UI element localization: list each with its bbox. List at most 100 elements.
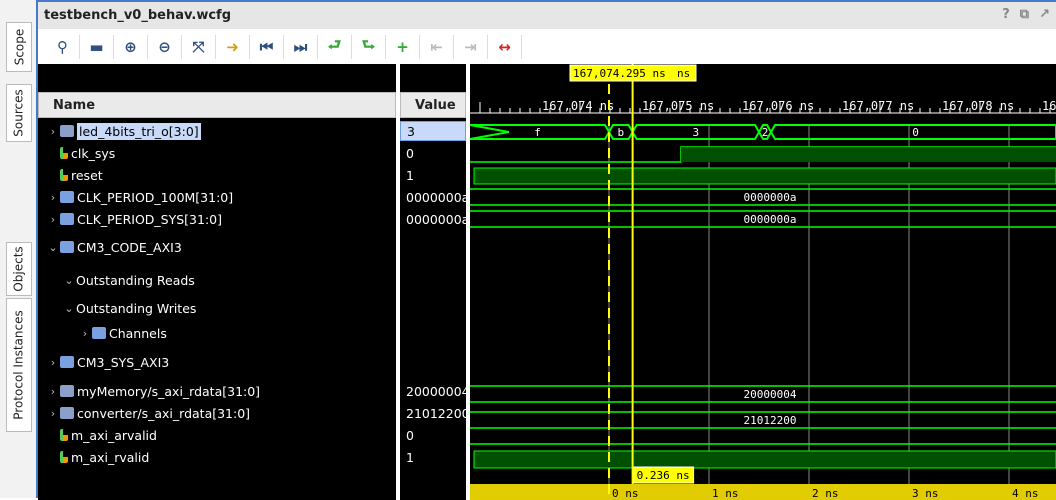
clk-sys-high-fill (681, 147, 1056, 162)
search-icon: ⚲ (57, 38, 68, 56)
signal-row[interactable]: ⌄ Outstanding Reads (38, 270, 396, 290)
ruler-label: 167,076 ns (742, 99, 814, 113)
tab-scope[interactable]: Scope (6, 22, 32, 72)
mymemory-rdata-wave-value: 20000004 (744, 388, 797, 401)
signal-name: CM3_CODE_AXI3 (77, 239, 182, 255)
swap-cursors-button[interactable]: ↔ (488, 35, 522, 59)
zoom-fit-button[interactable]: ⤧ (182, 35, 216, 59)
signal-value (400, 298, 466, 318)
search-button[interactable]: ⚲ (46, 35, 80, 59)
time-axis-label: 1 ns (712, 487, 739, 500)
window-title: testbench_v0_behav.wcfg (44, 8, 232, 23)
add-marker-button[interactable]: + (386, 35, 420, 59)
signal-row[interactable]: m_axi_arvalid (38, 425, 396, 445)
chevron-right-icon[interactable]: › (46, 125, 60, 138)
ruler-label: 167,074 ns (542, 99, 614, 113)
next-transition-button[interactable]: ⮑ (352, 35, 386, 59)
go-to-end-button[interactable]: ⏭ (284, 35, 318, 59)
bus-value: f (534, 126, 541, 139)
chevron-right-icon[interactable]: › (46, 407, 60, 420)
const-signal-icon (60, 191, 74, 203)
save-icon: ▬ (89, 38, 104, 56)
go-to-start-icon: ⏮ (259, 38, 274, 56)
waveform-canvas[interactable]: 167,074 ns 167,075 ns 167,076 ns 167,077 ns… (470, 64, 1056, 500)
signal-name: m_axi_arvalid (71, 427, 157, 443)
signal-value: 0000000a (406, 189, 466, 205)
ruler-label: 167,078 ns (942, 99, 1014, 113)
go-to-end-icon: ⏭ (293, 38, 308, 56)
chevron-down-icon[interactable]: ⌄ (46, 241, 60, 254)
group-signal-icon (60, 241, 74, 253)
chevron-right-icon[interactable]: › (46, 356, 60, 369)
tab-protocol-instances[interactable]: Protocol Instances (6, 298, 32, 432)
previous-marker-button[interactable]: ⇤ (420, 35, 454, 59)
signal-row[interactable]: › myMemory/s_axi_rdata[31:0] (38, 381, 396, 401)
tab-label: Sources (12, 89, 26, 137)
value-header-label: Value (415, 97, 456, 113)
chevron-down-icon[interactable]: ⌄ (62, 274, 76, 287)
float-icon[interactable]: ↗ (1039, 7, 1050, 22)
signal-row[interactable]: › CLK_PERIOD_100M[31:0] (38, 187, 396, 207)
toolbar: ⚲ ▬ ⊕ ⊖ ⤧ ➜ ⏮ ⏭ ⮐ ⮑ + ⇤ ⇥ ↔ (38, 32, 1056, 62)
signal-row[interactable]: › CM3_SYS_AXI3 (38, 352, 396, 372)
signal-row[interactable]: › converter/s_axi_rdata[31:0] (38, 403, 396, 423)
signal-name: m_axi_rvalid (71, 449, 150, 465)
ruler-label: 167,077 ns (842, 99, 914, 113)
help-icon[interactable]: ? (1002, 7, 1010, 22)
signal-row[interactable]: ⌄ Outstanding Writes (38, 298, 396, 318)
tab-sources[interactable]: Sources (6, 84, 32, 142)
chevron-down-icon[interactable]: ⌄ (62, 302, 76, 315)
window-title-bar: testbench_v0_behav.wcfg (38, 2, 1056, 29)
tab-objects[interactable]: Objects (6, 242, 32, 296)
zoom-in-button[interactable]: ⊕ (114, 35, 148, 59)
chevron-right-icon[interactable]: › (46, 385, 60, 398)
signal-row[interactable]: › CLK_PERIOD_SYS[31:0] (38, 209, 396, 229)
go-to-cursor-button[interactable]: ➜ (216, 35, 250, 59)
chevron-right-icon[interactable]: › (78, 327, 92, 340)
signal-name: CLK_PERIOD_100M[31:0] (77, 189, 234, 205)
bit-signal-icon (60, 429, 68, 441)
value-header[interactable]: Value (400, 92, 466, 118)
next-marker-button[interactable]: ⇥ (454, 35, 488, 59)
time-axis-label: 4 ns (1012, 487, 1039, 500)
chevron-right-icon[interactable]: › (46, 191, 60, 204)
signal-row[interactable]: clk_sys (38, 143, 396, 163)
name-header[interactable]: Name (38, 92, 396, 118)
waveform-window: testbench_v0_behav.wcfg ? ⧉ ↗ ⚲ ▬ ⊕ ⊖ ⤧ ➜ ⏮ ⏭ ⮐ ⮑… (38, 0, 1056, 500)
signal-name: Outstanding Writes (76, 300, 197, 316)
signal-row[interactable]: reset (38, 165, 396, 185)
time-axis-label: 3 ns (912, 487, 939, 500)
bus-value: b (617, 126, 624, 139)
signal-row[interactable]: m_axi_rvalid (38, 447, 396, 467)
signal-value: 21012200 (406, 405, 466, 421)
signal-value: 0 (406, 145, 414, 161)
clk-period-100m-wave-value: 0000000a (744, 191, 797, 204)
signal-row[interactable]: › Channels (38, 323, 396, 343)
name-column: Name › led_4bits_tri_o[3:0] clk_sys reset › C… (38, 64, 396, 500)
signal-row[interactable]: › led_4bits_tri_o[3:0] (38, 121, 396, 141)
signal-value (400, 237, 466, 257)
ruler-label: 167,075 ns (642, 99, 714, 113)
signal-row[interactable]: ⌄ CM3_CODE_AXI3 (38, 237, 396, 257)
signal-value: 3 (400, 121, 466, 141)
signal-name: Channels (109, 325, 167, 341)
signal-name: CM3_SYS_AXI3 (77, 354, 170, 370)
zoom-out-button[interactable]: ⊖ (148, 35, 182, 59)
restore-icon[interactable]: ⧉ (1020, 7, 1029, 22)
chevron-right-icon[interactable]: › (46, 213, 60, 226)
save-button[interactable]: ▬ (80, 35, 114, 59)
time-axis-label: 2 ns (812, 487, 839, 500)
m-axi-rvalid-wave (473, 450, 1056, 469)
tab-label: Objects (12, 246, 26, 292)
name-header-label: Name (53, 97, 96, 113)
signal-value (400, 323, 466, 343)
channels-signal-icon (92, 327, 106, 339)
previous-marker-icon: ⇤ (430, 38, 443, 56)
value-column: Value 3 0 1 0000000a 0000000a 20000004 2101220… (400, 64, 466, 500)
signal-name: CLK_PERIOD_SYS[31:0] (77, 211, 222, 227)
signal-value: 1 (406, 167, 414, 183)
add-marker-icon: + (396, 38, 409, 56)
previous-transition-button[interactable]: ⮐ (318, 35, 352, 59)
zoom-in-icon: ⊕ (124, 38, 137, 56)
go-to-start-button[interactable]: ⏮ (250, 35, 284, 59)
